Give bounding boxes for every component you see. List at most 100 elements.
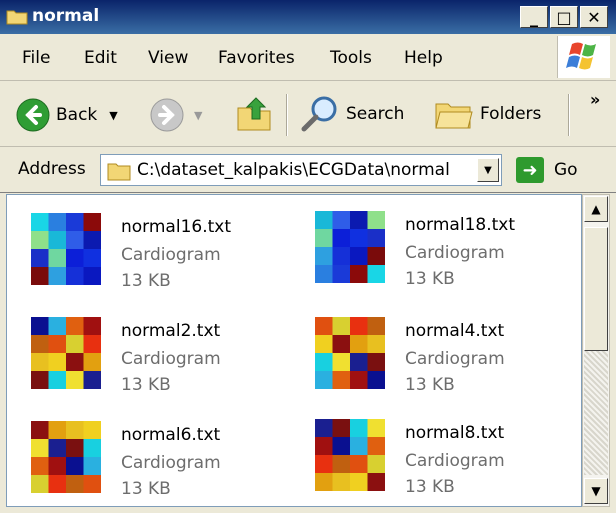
scroll-thumb[interactable] bbox=[584, 227, 608, 351]
thumbnail-cell bbox=[367, 371, 385, 389]
file-item[interactable]: normal16.txt Cardiogram 13 KB bbox=[11, 195, 291, 291]
thumbnail-cell bbox=[83, 213, 101, 231]
folders-icon bbox=[435, 103, 473, 129]
forward-arrow-icon bbox=[150, 98, 184, 132]
thumbnail-cell bbox=[350, 353, 368, 371]
thumbnail-cell bbox=[48, 317, 66, 335]
scroll-down-button[interactable]: ▼ bbox=[584, 478, 608, 504]
toolbar-overflow-button[interactable]: » bbox=[590, 90, 600, 109]
file-item[interactable]: normal4.txt Cardiogram 13 KB bbox=[295, 299, 575, 395]
file-item[interactable]: normal6.txt Cardiogram 13 KB bbox=[11, 403, 291, 499]
file-size: 13 KB bbox=[405, 477, 455, 497]
back-button[interactable]: Back ▼ bbox=[16, 98, 118, 132]
thumbnail-cell bbox=[367, 437, 385, 455]
file-item[interactable]: normal2.txt Cardiogram 13 KB bbox=[11, 299, 291, 395]
back-label: Back bbox=[56, 105, 98, 125]
scroll-track[interactable] bbox=[584, 351, 608, 475]
thumbnail-cell bbox=[332, 419, 350, 437]
cardiogram-thumbnail-icon bbox=[315, 317, 385, 389]
thumbnail-cell bbox=[31, 335, 49, 353]
file-size: 13 KB bbox=[121, 479, 171, 499]
thumbnail-cell bbox=[367, 473, 385, 491]
address-input[interactable]: C:\dataset_kalpakis\ECGData\normal ▼ bbox=[100, 154, 502, 186]
scroll-up-button[interactable]: ▲ bbox=[584, 196, 608, 222]
go-label: Go bbox=[554, 160, 578, 180]
thumbnail-cell bbox=[83, 335, 101, 353]
explorer-window: normal _ □ ✕ File Edit View Favorites To… bbox=[0, 0, 616, 513]
file-type: Cardiogram bbox=[121, 349, 221, 369]
title-bar[interactable]: normal _ □ ✕ bbox=[0, 0, 616, 34]
forward-button[interactable]: ▼ bbox=[150, 98, 202, 132]
address-bar: Address C:\dataset_kalpakis\ECGData\norm… bbox=[0, 148, 616, 193]
file-type: Cardiogram bbox=[121, 453, 221, 473]
up-folder-button[interactable] bbox=[236, 94, 272, 132]
address-dropdown-button[interactable]: ▼ bbox=[477, 158, 499, 182]
thumbnail-cell bbox=[66, 335, 84, 353]
folders-label: Folders bbox=[480, 104, 542, 124]
search-icon bbox=[301, 96, 337, 132]
minimize-button[interactable]: _ bbox=[520, 6, 548, 28]
address-path: C:\dataset_kalpakis\ECGData\normal bbox=[137, 160, 450, 180]
thumbnail-cell bbox=[315, 455, 333, 473]
thumbnail-cell bbox=[83, 371, 101, 389]
file-name: normal18.txt bbox=[405, 215, 515, 235]
thumbnail-cell bbox=[31, 457, 49, 475]
thumbnail-cell bbox=[350, 265, 368, 283]
toolbar-separator-2 bbox=[568, 94, 570, 136]
thumbnail-cell bbox=[315, 473, 333, 491]
menu-view[interactable]: View bbox=[148, 48, 188, 68]
thumbnail-cell bbox=[48, 231, 66, 249]
thumbnail-cell bbox=[367, 335, 385, 353]
thumbnail-cell bbox=[31, 267, 49, 285]
thumbnail-cell bbox=[83, 457, 101, 475]
thumbnail-cell bbox=[332, 371, 350, 389]
thumbnail-cell bbox=[332, 455, 350, 473]
thumbnail-cell bbox=[350, 437, 368, 455]
thumbnail-cell bbox=[66, 439, 84, 457]
thumbnail-cell bbox=[350, 229, 368, 247]
windows-logo-icon bbox=[557, 36, 610, 78]
thumbnail-cell bbox=[48, 353, 66, 371]
thumbnail-cell bbox=[350, 317, 368, 335]
file-name: normal6.txt bbox=[121, 425, 221, 445]
vertical-scrollbar[interactable]: ▲ ▼ bbox=[582, 194, 610, 507]
thumbnail-cell bbox=[367, 211, 385, 229]
maximize-button[interactable]: □ bbox=[550, 6, 578, 28]
thumbnail-cell bbox=[48, 267, 66, 285]
menu-edit[interactable]: Edit bbox=[84, 48, 117, 68]
cardiogram-thumbnail-icon bbox=[315, 419, 385, 491]
thumbnail-cell bbox=[332, 317, 350, 335]
thumbnail-cell bbox=[332, 247, 350, 265]
thumbnail-cell bbox=[315, 419, 333, 437]
go-button[interactable]: ➜ Go bbox=[516, 157, 578, 183]
menu-tools[interactable]: Tools bbox=[330, 48, 372, 68]
file-type: Cardiogram bbox=[405, 243, 505, 263]
file-item[interactable]: normal18.txt Cardiogram 13 KB bbox=[295, 195, 575, 289]
thumbnail-cell bbox=[48, 421, 66, 439]
thumbnail-cell bbox=[83, 475, 101, 493]
menu-help[interactable]: Help bbox=[404, 48, 443, 68]
folders-button[interactable]: Folders bbox=[434, 96, 541, 132]
thumbnail-cell bbox=[31, 371, 49, 389]
forward-dropdown-icon[interactable]: ▼ bbox=[194, 109, 202, 122]
thumbnail-cell bbox=[83, 439, 101, 457]
file-list: normal16.txt Cardiogram 13 KB normal18.t… bbox=[6, 194, 582, 507]
close-button[interactable]: ✕ bbox=[580, 6, 608, 28]
address-label: Address bbox=[18, 159, 86, 179]
menu-favorites[interactable]: Favorites bbox=[218, 48, 295, 68]
thumbnail-cell bbox=[31, 249, 49, 267]
back-dropdown-icon[interactable]: ▼ bbox=[109, 109, 117, 122]
thumbnail-cell bbox=[332, 437, 350, 455]
thumbnail-cell bbox=[31, 213, 49, 231]
thumbnail-cell bbox=[66, 371, 84, 389]
file-name: normal2.txt bbox=[121, 321, 221, 341]
window-title: normal bbox=[32, 6, 100, 26]
thumbnail-cell bbox=[315, 437, 333, 455]
thumbnail-cell bbox=[367, 353, 385, 371]
thumbnail-cell bbox=[48, 439, 66, 457]
search-button[interactable]: Search bbox=[300, 94, 404, 134]
thumbnail-cell bbox=[66, 457, 84, 475]
thumbnail-cell bbox=[83, 249, 101, 267]
menu-file[interactable]: File bbox=[22, 48, 50, 68]
file-item[interactable]: normal8.txt Cardiogram 13 KB bbox=[295, 401, 575, 497]
